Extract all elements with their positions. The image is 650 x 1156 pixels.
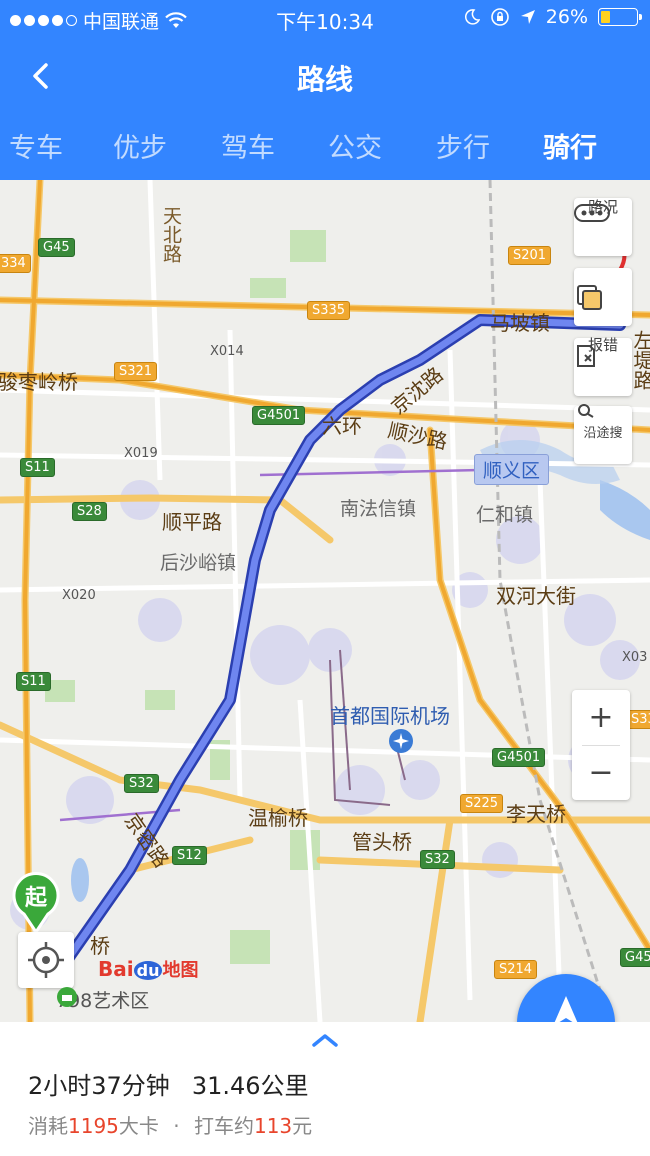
- road-label-x014: X014: [210, 344, 244, 359]
- road-label-x020: X020: [62, 588, 96, 603]
- tab-uber[interactable]: 优步: [100, 126, 180, 165]
- map-label-airport: 首都国际机场: [330, 704, 450, 728]
- baidu-map-logo: Bai du 地图: [98, 956, 198, 982]
- art-district-label: 798艺术区: [56, 986, 149, 1013]
- along-search-label: 沿途搜: [583, 426, 623, 441]
- report-error-button[interactable]: 报错: [574, 336, 632, 396]
- airport-icon: [389, 729, 413, 753]
- start-marker-label: 起: [24, 886, 47, 911]
- logo-du: du: [133, 961, 163, 980]
- poi-icon: [57, 987, 77, 1007]
- map-label-shuanghedajie: 双河大街: [496, 584, 576, 608]
- traffic-button[interactable]: 路况: [574, 198, 632, 256]
- map-label-nanfaxinzhen: 南法信镇: [340, 498, 417, 520]
- map-label-houshayuzhen: 后沙峪镇: [160, 552, 237, 574]
- road-label-x03: X03: [622, 650, 648, 665]
- taxi-prefix: 打车约: [193, 1114, 254, 1138]
- route-detail: 消耗1195大卡 · 打车约113元: [28, 1110, 312, 1139]
- map-label-liuhuan: 六环: [322, 414, 362, 438]
- road-shield-s321: S321: [114, 362, 158, 381]
- road-label-x019: X019: [124, 446, 158, 461]
- rotation-lock-icon: [490, 8, 509, 26]
- layers-icon: [577, 285, 602, 310]
- map-label-shunyiqu: 顺义区: [474, 454, 550, 485]
- road-shield-s225: S225: [460, 794, 504, 813]
- tab-transit[interactable]: 公交: [315, 126, 395, 165]
- logo-bai: Bai: [98, 957, 134, 981]
- page-title: 路线: [296, 63, 353, 96]
- report-icon: [577, 345, 595, 367]
- map-label-guantouqiao: 管头桥: [352, 830, 412, 854]
- route-duration: 2小时37分钟: [28, 1072, 170, 1100]
- road-shield-s335: S335: [307, 301, 351, 320]
- detail-separator: ·: [173, 1114, 180, 1138]
- road-shield-g45-south: G45: [620, 948, 650, 967]
- calories-suffix: 大卡: [118, 1114, 159, 1138]
- layers-button[interactable]: [574, 268, 632, 326]
- traffic-icon: [574, 204, 610, 222]
- tab-walk[interactable]: 步行: [423, 126, 503, 165]
- zoom-out-button[interactable]: −: [572, 745, 630, 800]
- road-shield-s11-south: S11: [16, 672, 51, 691]
- map-label-litianqiao: 李天桥: [506, 802, 566, 826]
- along-search-button[interactable]: 沿途搜: [574, 404, 632, 464]
- logo-map: 地图: [162, 960, 199, 981]
- map-label-junzaolingqiao: 骏枣岭桥: [0, 370, 78, 394]
- road-shield-g4501-south: G4501: [492, 748, 546, 767]
- route-mode-tabs: 专车 优步 驾车 公交 步行 骑行: [0, 112, 650, 180]
- road-shield-s12: S12: [172, 846, 207, 865]
- battery-level: [601, 11, 610, 23]
- calories-prefix: 消耗: [28, 1114, 68, 1138]
- road-shield-s201: S201: [508, 246, 552, 265]
- nav-bar: 路线: [0, 36, 650, 112]
- search-icon: [578, 404, 594, 418]
- road-shield-s32-east: S32: [420, 850, 455, 869]
- map-label-qiao: 桥: [90, 934, 110, 958]
- road-shield-s11-north: S11: [20, 458, 55, 477]
- locate-icon: [28, 942, 64, 978]
- road-shield-334: 334: [0, 254, 31, 273]
- route-summary-panel[interactable]: 2小时37分钟 31.46公里 消耗1195大卡 · 打车约113元: [0, 1022, 650, 1156]
- battery-percent: 26%: [545, 6, 588, 28]
- status-right: 26%: [464, 6, 642, 28]
- taxi-suffix: 元: [292, 1114, 313, 1138]
- tab-private-car[interactable]: 专车: [0, 126, 76, 165]
- zoom-in-button[interactable]: +: [572, 690, 630, 745]
- battery-icon: [598, 8, 642, 26]
- road-shield-g45: G45: [38, 238, 75, 257]
- route-summary: 2小时37分钟 31.46公里: [28, 1066, 309, 1101]
- taxi-value: 113: [253, 1114, 293, 1138]
- zoom-control: + −: [572, 690, 630, 800]
- map-label-renhezhen: 仁和镇: [476, 504, 534, 526]
- map-label-tianbeilu: 天北路: [160, 206, 182, 263]
- status-bar: 中国联通 下午10:34 26%: [0, 0, 650, 36]
- road-shield-s28: S28: [72, 502, 107, 521]
- tab-cycling[interactable]: 骑行: [530, 126, 610, 165]
- moon-icon: [464, 9, 480, 25]
- chevron-up-icon[interactable]: [310, 1032, 340, 1048]
- map-label-shunpinglu: 顺平路: [162, 510, 222, 534]
- map-label-wenyuqiao: 温榆桥: [248, 806, 308, 830]
- map-label-mapozhen: 马坡镇: [490, 311, 550, 335]
- locate-button[interactable]: [18, 932, 74, 988]
- road-shield-g4501-north: G4501: [252, 406, 306, 425]
- start-marker[interactable]: 起: [10, 870, 62, 934]
- road-shield-s32-west: S32: [124, 774, 159, 793]
- tab-drive[interactable]: 驾车: [208, 126, 288, 165]
- calories-value: 1195: [68, 1114, 119, 1138]
- map-view[interactable]: 天北路 骏枣岭桥 京沈路 马坡镇 六环 顺沙路 顺义区 南法信镇 仁和镇 顺平路…: [0, 180, 650, 1022]
- location-arrow-icon: [520, 10, 535, 24]
- route-distance: 31.46公里: [191, 1072, 309, 1100]
